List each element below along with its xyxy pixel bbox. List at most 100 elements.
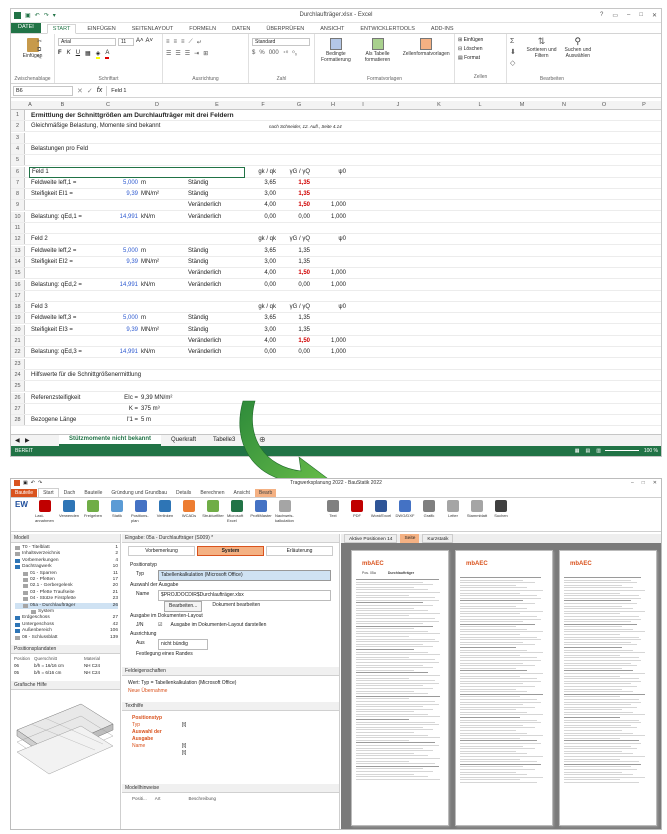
cell-f[interactable]: 3,65 — [246, 246, 276, 257]
ribbon-button-1[interactable]: Last-annahmen — [35, 500, 55, 523]
column-header[interactable]: J — [378, 102, 418, 108]
cell-h[interactable]: ψ0 — [318, 167, 346, 178]
sort-filter-button[interactable]: ⇅ Sortieren und Filtern — [525, 36, 557, 81]
doc-tab-seite[interactable]: Seite — [400, 534, 420, 543]
cell-f[interactable]: 4,00 — [246, 336, 276, 347]
cell-d[interactable]: m — [141, 178, 146, 189]
bearbeiten-button[interactable]: Bearbeiten... — [164, 601, 203, 612]
sheet-tab-2[interactable]: Querkraft — [171, 437, 196, 443]
row-number[interactable]: 28 — [11, 415, 25, 426]
ribbon-button-4[interactable]: Statik — [107, 500, 127, 518]
table-row[interactable]: 13 Feldweite leff,2 = 5,000 m Ständig 3,65 1,3… — [11, 245, 661, 257]
table-row[interactable]: 17 — [11, 290, 661, 302]
document-page-2[interactable]: mbAEC — [455, 550, 553, 826]
name-box[interactable]: B6 — [13, 85, 73, 96]
tab-entwicklertools[interactable]: ENTWICKLERTOOLS — [355, 25, 420, 33]
clear-icon[interactable]: ◇ — [510, 58, 521, 69]
row-number[interactable]: 6 — [11, 166, 25, 177]
dokument-bearbeiten-link[interactable]: Dokument bearbeiten — [212, 601, 260, 612]
field-props-new[interactable]: Neue Übernahme — [128, 687, 333, 695]
row-number[interactable]: 1 — [11, 110, 25, 120]
cell-e[interactable]: Ständig — [188, 178, 208, 189]
cell-b[interactable]: Ermittlung der Schnittgrößen am Durchlau… — [31, 110, 234, 121]
autosum-icon[interactable]: Σ — [510, 36, 521, 47]
cell-d[interactable]: MN/m² — [141, 189, 159, 200]
format-cells-button[interactable]: ▤ Format — [458, 54, 503, 63]
cell-h[interactable]: ψ0 — [318, 234, 346, 245]
cell-c[interactable]: 5,000 — [90, 246, 138, 257]
cell-f[interactable]: 4,00 — [246, 200, 276, 211]
cell-h[interactable]: 1,000 — [318, 212, 346, 223]
cell-g[interactable]: γG / γQ — [280, 302, 310, 313]
align-right-icon[interactable]: ☰ — [185, 50, 190, 57]
format-as-table-button[interactable]: Als Tabelle formatieren — [360, 36, 396, 81]
cell-c[interactable]: K = — [90, 404, 138, 415]
model-tree[interactable]: T0 - Titelblatt 1 Inhaltsverzeichnis 2 Vorbe… — [11, 543, 120, 641]
row-number[interactable]: 10 — [11, 211, 25, 222]
cell-f[interactable]: 0,00 — [246, 212, 276, 223]
cell-f[interactable]: 4,00 — [246, 268, 276, 279]
baustatik-quick-access[interactable]: ▣ ↶ ↷ — [14, 480, 42, 486]
cell-d[interactable]: m — [141, 313, 146, 324]
merge-icon[interactable]: ⊞ — [203, 50, 208, 57]
find-select-button[interactable]: ⚲ Suchen und Auswählen — [562, 36, 594, 81]
column-header[interactable]: P — [624, 102, 661, 108]
baustatik-save-icon[interactable]: ▣ — [23, 480, 28, 486]
cell-g[interactable]: 1,50 — [280, 336, 310, 347]
cell-d[interactable]: 375 m³ — [141, 404, 160, 415]
sheet-tab-3[interactable]: Tabelle3 — [213, 437, 235, 443]
cell-c[interactable]: l'1 = — [90, 415, 138, 426]
ribbon-button-6[interactable]: Verlinken — [155, 500, 175, 518]
cell-c[interactable]: 9,39 — [90, 325, 138, 336]
cell-d[interactable]: kN/m — [141, 280, 155, 291]
cell-b[interactable]: Steifigkeit EI1 = — [31, 189, 73, 200]
page-break-view-icon[interactable]: ▥ — [596, 446, 601, 456]
italic-icon[interactable]: K — [67, 50, 71, 59]
ribbon-button-14[interactable]: Word/Excel — [371, 500, 391, 518]
tab-datei[interactable]: DATEI — [11, 22, 41, 33]
delete-cells-button[interactable]: ⊟ Löschen — [458, 45, 503, 54]
cell-d[interactable]: MN/m² — [141, 325, 159, 336]
cell-f[interactable]: 3,00 — [246, 189, 276, 200]
thousands-icon[interactable]: 000 — [269, 50, 279, 57]
copy-icon[interactable]: ⧉ — [37, 46, 42, 54]
cell-c[interactable]: 14,991 — [90, 212, 138, 223]
doc-tab-kurzstatik[interactable]: Kurzstatik — [422, 534, 454, 543]
insert-cells-button[interactable]: ⊞ Einfügen — [458, 36, 503, 45]
baustatik-tab-5[interactable]: Details — [172, 489, 195, 497]
layout-checkbox[interactable]: ☑ — [158, 621, 162, 630]
row-number[interactable]: 7 — [11, 177, 25, 188]
cell-b[interactable]: Feld 1 — [29, 166, 245, 178]
confirm-formula-icon[interactable]: ✓ — [87, 87, 93, 95]
cell-b[interactable]: Feldweite leff,2 = — [31, 246, 76, 257]
cell-e[interactable]: Veränderlich — [188, 212, 221, 223]
row-number[interactable]: 19 — [11, 313, 25, 324]
cell-e[interactable]: Ständig — [188, 325, 208, 336]
column-header[interactable]: F — [246, 102, 280, 108]
cell-b[interactable]: Feldweite leff,1 = — [31, 178, 76, 189]
ribbon-button-7[interactable]: WCADs — [179, 500, 199, 518]
cancel-formula-icon[interactable]: ✕ — [77, 87, 83, 95]
cell-e[interactable]: Veränderlich — [188, 336, 221, 347]
baustatik-undo-icon[interactable]: ↶ — [31, 480, 35, 486]
table-row[interactable]: 25 — [11, 381, 661, 393]
row-number[interactable]: 23 — [11, 358, 25, 369]
paste-button[interactable]: Einfügen — [14, 38, 51, 59]
close-button[interactable]: ✕ — [652, 12, 657, 19]
ribbon-button-0[interactable]: EW — [11, 500, 31, 513]
tab-add-ins[interactable]: ADD-INS — [426, 25, 459, 33]
row-number[interactable]: 20 — [11, 324, 25, 335]
baustatik-redo-icon[interactable]: ↷ — [38, 480, 42, 486]
table-row[interactable]: 2 Gleichmäßige Belastung, Momente sind be… — [11, 121, 661, 133]
table-row[interactable]: 06 b/h = 16/16 cm NH C24 — [14, 662, 117, 669]
cell-b[interactable]: Gleichmäßige Belastung, Momente sind bek… — [31, 121, 160, 132]
row-number[interactable]: 16 — [11, 279, 25, 290]
row-number[interactable]: 9 — [11, 200, 25, 211]
doc-tab-active-positions[interactable]: Aktive Positionen 14 — [344, 534, 398, 543]
ribbon-button-13[interactable]: PDF — [347, 500, 367, 518]
increase-decimal-icon[interactable]: ⁺⁰ — [283, 50, 289, 57]
format-painter-icon[interactable]: ✎ — [37, 54, 42, 62]
table-row[interactable]: 16 Belastung: qEd,2 = 14,991 kN/m Veränderli… — [11, 279, 661, 291]
cell-b[interactable]: Belastung: qEd,2 = — [31, 280, 82, 291]
grow-font-icon[interactable]: A˄ — [136, 38, 144, 46]
